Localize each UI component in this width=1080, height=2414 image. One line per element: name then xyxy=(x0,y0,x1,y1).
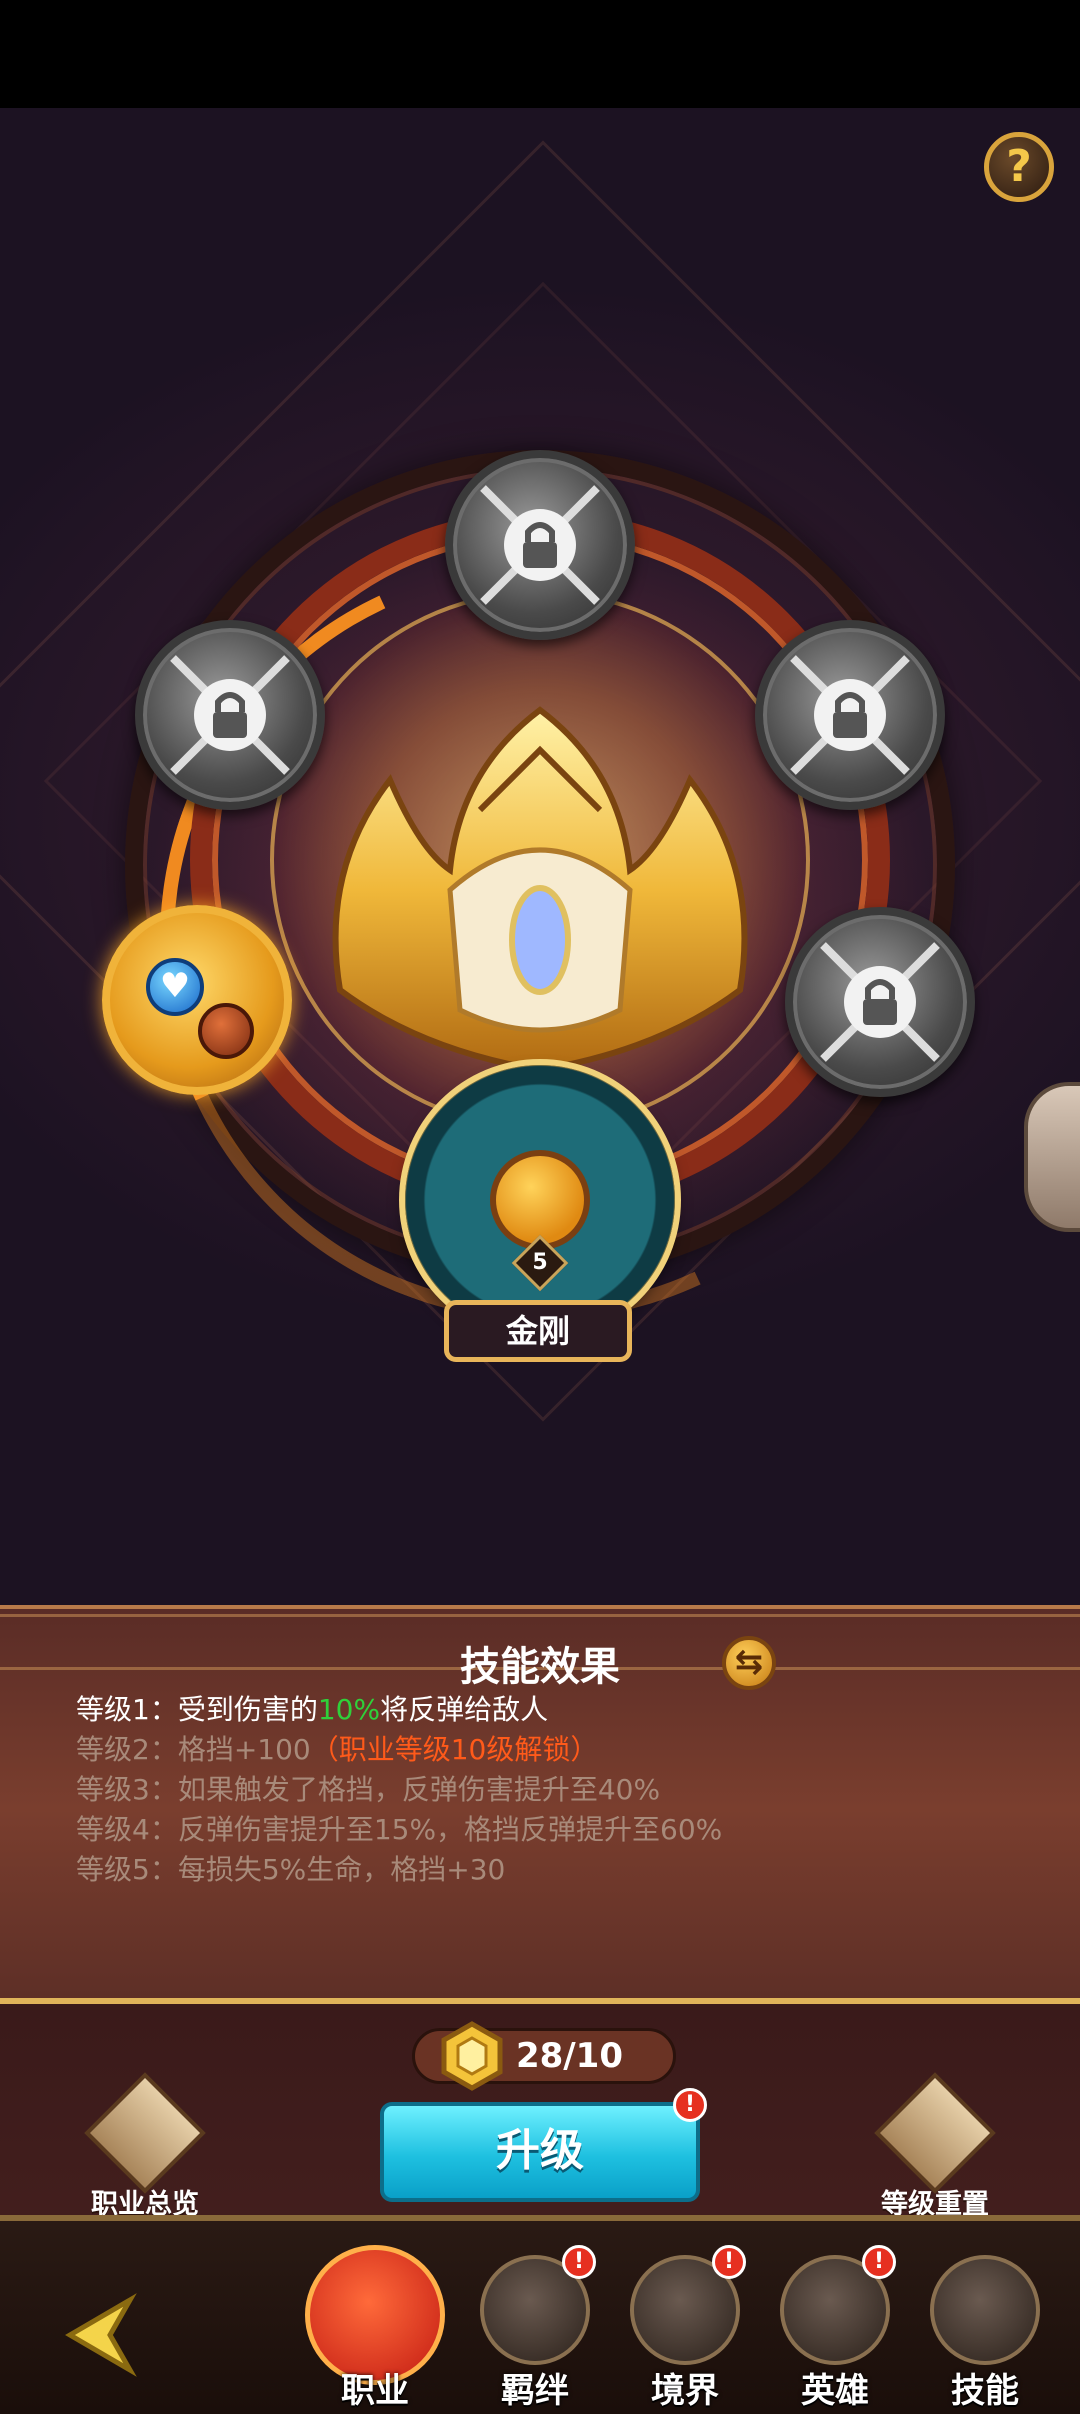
effect-text: 等级4：反弹伤害提升至15%，格挡反弹提升至60% xyxy=(76,1813,723,1846)
selected-skill-name: 金刚 xyxy=(444,1300,632,1362)
hexagon-coin-icon xyxy=(441,2021,503,2091)
skill-level-value: 5 xyxy=(532,1250,548,1275)
fist-icon xyxy=(198,1003,254,1059)
reset-clock-icon xyxy=(874,2072,996,2194)
upgrade-button[interactable]: 升级 xyxy=(380,2102,700,2202)
effect-level-1: 等级1：受到伤害的10%将反弹给敌人 xyxy=(76,1690,1036,1730)
nav-label-bond: 羁绊 xyxy=(501,2371,569,2411)
effect-level-5: 等级5：每损失5%生命，格挡+30 xyxy=(76,1850,1036,1890)
effect-highlight: 10% xyxy=(317,1693,381,1726)
nav-tab-career[interactable]: 职业 xyxy=(305,2245,445,2411)
skill-node-top-locked[interactable] xyxy=(445,450,635,640)
nav-realm-badge: ! xyxy=(712,2245,746,2279)
grid-icon xyxy=(84,2072,206,2194)
lock-icon xyxy=(790,655,910,775)
effect-text: 等级1：受到伤害的 xyxy=(76,1693,318,1726)
selected-skill-medal[interactable]: 5 xyxy=(405,1065,675,1335)
swap-icon[interactable]: ⇆ xyxy=(722,1636,776,1690)
back-arrow-icon[interactable] xyxy=(40,2290,150,2380)
level-reset-button[interactable]: 等级重置 xyxy=(850,2072,1020,2220)
heart-icon: ♥ xyxy=(146,958,204,1016)
effect-text: 等级2：格挡+100 xyxy=(76,1733,311,1766)
skill-icon xyxy=(930,2255,1040,2365)
lock-icon xyxy=(170,655,290,775)
golden-helmet-emblem xyxy=(332,706,748,1074)
lock-icon xyxy=(820,942,940,1062)
skill-node-right-locked[interactable] xyxy=(785,907,975,1097)
nav-label-realm: 境界 xyxy=(651,2371,719,2411)
status-bar xyxy=(0,0,1080,108)
effect-text-suffix: 将反弹给敌人 xyxy=(380,1693,549,1726)
effect-text: 等级3：如果触发了格挡，反弹伤害提升至40% xyxy=(76,1773,661,1806)
nav-tab-skill[interactable]: 技能 xyxy=(920,2255,1050,2411)
effects-list: 等级1：受到伤害的10%将反弹给敌人 等级2：格挡+100（职业等级10级解锁）… xyxy=(76,1690,1036,1890)
effect-text: 等级5：每损失5%生命，格挡+30 xyxy=(76,1853,506,1886)
effect-level-2: 等级2：格挡+100（职业等级10级解锁） xyxy=(76,1730,1036,1770)
skill-node-upper-right-locked[interactable] xyxy=(755,620,945,810)
side-panel-tab[interactable] xyxy=(1024,1082,1080,1232)
upgrade-alert-badge: ! xyxy=(673,2088,707,2122)
panel-title: 技能效果 xyxy=(460,1644,620,1690)
nav-label-career: 职业 xyxy=(341,2371,409,2411)
nav-hero-badge: ! xyxy=(862,2245,896,2279)
nav-label-hero: 英雄 xyxy=(801,2371,869,2411)
skill-node-left-unlocked[interactable]: ♥ xyxy=(102,905,292,1095)
skill-node-upper-left-locked[interactable] xyxy=(135,620,325,810)
effect-level-4: 等级4：反弹伤害提升至15%，格挡反弹提升至60% xyxy=(76,1810,1036,1850)
nav-bond-badge: ! xyxy=(562,2245,596,2279)
effect-level-3: 等级3：如果触发了格挡，反弹伤害提升至40% xyxy=(76,1770,1036,1810)
lock-icon xyxy=(480,485,600,605)
help-button[interactable]: ? xyxy=(984,132,1054,202)
career-overview-button[interactable]: 职业总览 xyxy=(60,2072,230,2220)
nav-label-skill: 技能 xyxy=(951,2371,1019,2411)
effect-unlock-note: （职业等级10级解锁） xyxy=(310,1733,599,1766)
